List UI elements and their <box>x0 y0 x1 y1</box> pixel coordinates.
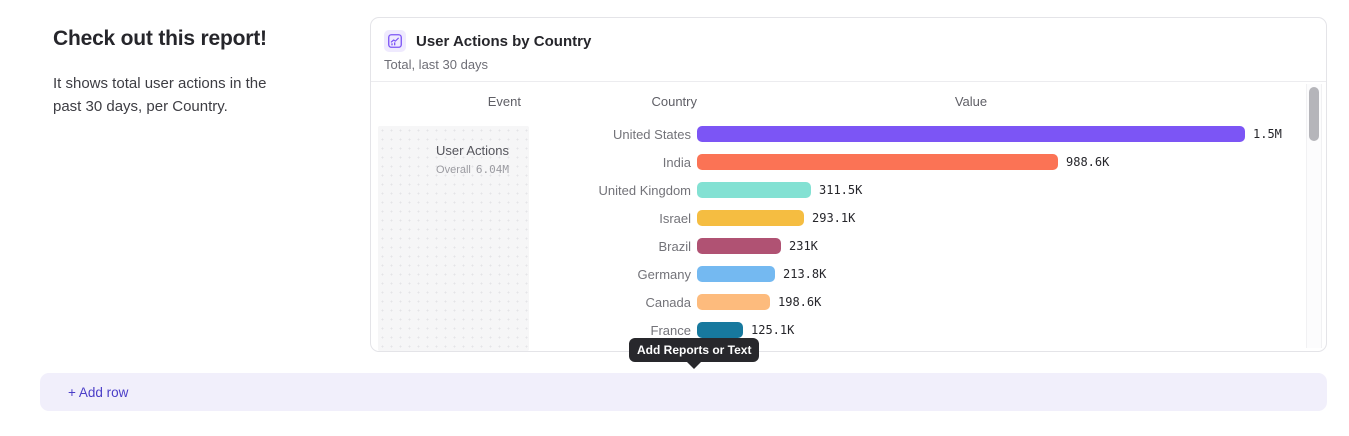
chart-row: Brazil 231K <box>529 232 1326 260</box>
column-headers: Event Country Value <box>371 82 1326 120</box>
country-label: Brazil <box>529 239 697 254</box>
country-label: India <box>529 155 697 170</box>
country-label: France <box>529 323 697 338</box>
event-overall: Overall 6.04M <box>386 163 509 176</box>
bar[interactable] <box>697 322 743 338</box>
country-label: United States <box>529 127 697 142</box>
overall-label: Overall <box>436 164 471 176</box>
bar-area: 988.6K <box>697 154 1326 170</box>
chart-rows: United States 1.5M India 988.6K United K… <box>529 120 1326 351</box>
bar[interactable] <box>697 238 781 254</box>
scrollbar-thumb[interactable] <box>1309 87 1319 141</box>
value-label: 198.6K <box>778 295 821 309</box>
chart-row: Germany 213.8K <box>529 260 1326 288</box>
column-header-country: Country <box>529 94 697 109</box>
bar-area: 1.5M <box>697 126 1326 142</box>
country-label: United Kingdom <box>529 183 697 198</box>
chart-row: Canada 198.6K <box>529 288 1326 316</box>
chart-row: United States 1.5M <box>529 120 1326 148</box>
bar[interactable] <box>697 294 770 310</box>
report-title: User Actions by Country <box>416 33 591 50</box>
value-label: 988.6K <box>1066 155 1109 169</box>
chart-row: United Kingdom 311.5K <box>529 176 1326 204</box>
line-chart-icon <box>384 30 406 52</box>
add-row-button[interactable]: + Add row <box>40 373 1327 411</box>
bar[interactable] <box>697 126 1245 142</box>
country-label: Germany <box>529 267 697 282</box>
bar-area: 213.8K <box>697 266 1326 282</box>
value-label: 231K <box>789 239 818 253</box>
chart-row: Israel 293.1K <box>529 204 1326 232</box>
bar-area: 311.5K <box>697 182 1326 198</box>
value-label: 293.1K <box>812 211 855 225</box>
chart-row: India 988.6K <box>529 148 1326 176</box>
bar[interactable] <box>697 154 1058 170</box>
intro-body: It shows total user actions in the past … <box>53 73 293 118</box>
value-label: 125.1K <box>751 323 794 337</box>
add-reports-tooltip: Add Reports or Text <box>629 338 759 362</box>
column-header-value: Value <box>697 94 1245 109</box>
bar[interactable] <box>697 210 804 226</box>
column-header-event: Event <box>378 94 529 109</box>
event-name: User Actions <box>386 143 509 158</box>
report-card-header: User Actions by Country Total, last 30 d… <box>371 18 1326 82</box>
overall-value: 6.04M <box>476 163 509 176</box>
value-label: 311.5K <box>819 183 862 197</box>
country-label: Israel <box>529 211 697 226</box>
intro-panel: Check out this report! It shows total us… <box>53 27 313 118</box>
bar[interactable] <box>697 266 775 282</box>
bar-area: 231K <box>697 238 1326 254</box>
scrollbar-track[interactable] <box>1306 84 1322 348</box>
country-label: Canada <box>529 295 697 310</box>
value-label: 213.8K <box>783 267 826 281</box>
report-card[interactable]: User Actions by Country Total, last 30 d… <box>370 17 1327 352</box>
add-row-label: + Add row <box>68 385 128 400</box>
chart-body: Event Country Value User Actions Overall… <box>371 82 1326 351</box>
event-cell: User Actions Overall 6.04M <box>378 126 529 351</box>
intro-heading: Check out this report! <box>53 27 313 51</box>
bar-area: 198.6K <box>697 294 1326 310</box>
bar[interactable] <box>697 182 811 198</box>
value-label: 1.5M <box>1253 127 1282 141</box>
bar-area: 293.1K <box>697 210 1326 226</box>
bar-area: 125.1K <box>697 322 1326 338</box>
tooltip-label: Add Reports or Text <box>637 343 751 357</box>
report-subtitle: Total, last 30 days <box>384 57 1313 72</box>
